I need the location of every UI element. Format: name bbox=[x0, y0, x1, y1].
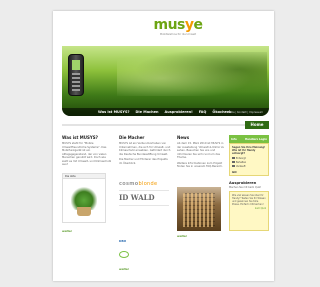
page-container: musye Mobiltelefone für die Umwelt Was i… bbox=[53, 11, 274, 281]
divider bbox=[62, 124, 269, 126]
musys-logo[interactable]: musye Mobiltelefone für die Umwelt bbox=[148, 18, 208, 42]
mobile-phone-image bbox=[68, 54, 84, 96]
column-news: News Ab dem 15. März 2010 ist MUSYS in d… bbox=[177, 135, 225, 238]
checkbox[interactable] bbox=[232, 156, 235, 160]
leaf-background bbox=[117, 52, 267, 96]
nav-item-faq[interactable]: FAQ bbox=[199, 110, 207, 114]
sponsor-logo-dbu[interactable]: DBU bbox=[119, 239, 137, 258]
nav-item-ausprobieren[interactable]: Ausprobieren! bbox=[165, 110, 193, 114]
divider bbox=[119, 205, 169, 206]
poll-option[interactable]: Behalten bbox=[232, 161, 266, 164]
column-text-2: Weitere Informationen zum Projekt finden… bbox=[177, 161, 223, 169]
poll-box: Sagen Sie Ihre Meinung! Wie ist Ihr Hand… bbox=[229, 143, 269, 176]
tab-info[interactable]: Info bbox=[231, 138, 237, 141]
brochure-title: Die Akte bbox=[63, 174, 105, 179]
sidebar: Info Handlers Login Sagen Sie Ihre Meinu… bbox=[229, 135, 269, 232]
section-title: Ausprobieren bbox=[229, 181, 257, 185]
logo-tagline: Mobiltelefone für die Umwelt bbox=[159, 33, 197, 36]
header-banner: Was ist MUSYS? Die Machen Ausprobieren! … bbox=[62, 46, 269, 116]
column-text: Ab dem 15. März 2010 ist MUSYS in der Au… bbox=[177, 142, 225, 159]
weiter-link[interactable]: weiter bbox=[177, 234, 187, 238]
sponsor-logo-cosmoblonde[interactable]: cosmoblonde bbox=[119, 181, 157, 187]
column-text: MUSYS ist ein Verbundvorhaben von Untern… bbox=[119, 142, 171, 156]
checkbox[interactable] bbox=[232, 164, 235, 168]
column-text: MUSYS steht für "Mobile Umweltfreundlich… bbox=[62, 142, 112, 166]
home-button[interactable]: Home bbox=[245, 121, 269, 129]
divider bbox=[119, 190, 169, 191]
go-button[interactable]: GO bbox=[232, 170, 266, 174]
nav-item-was-ist-musys[interactable]: Was ist MUSYS? bbox=[98, 110, 130, 114]
brochure-thumbnail[interactable]: Die Akte bbox=[62, 173, 106, 223]
column-was-ist-musys: Was ist MUSYS? MUSYS steht für "Mobile U… bbox=[62, 135, 112, 255]
logo-wordmark: musye bbox=[153, 17, 203, 33]
building-facade bbox=[183, 193, 215, 227]
weiter-link[interactable]: weiter bbox=[62, 229, 72, 233]
column-title: Die Macher bbox=[119, 135, 145, 140]
dbu-ring-icon bbox=[119, 251, 129, 258]
column-text-2: Die Macher und Förderer des Projekts im … bbox=[119, 158, 168, 165]
weiter-link[interactable]: weiter bbox=[119, 267, 129, 271]
nav-item-die-machen[interactable]: Die Machen bbox=[136, 110, 159, 114]
quiz-text: Wie viel wissen Sie über Ihr Handy? Test… bbox=[232, 194, 266, 207]
column-die-macher: Die Macher MUSYS ist ein Verbundvorhaben… bbox=[119, 135, 171, 275]
home-strip: Home bbox=[62, 121, 269, 129]
column-title: Was ist MUSYS? bbox=[62, 135, 99, 140]
main-nav: Was ist MUSYS? Die Machen Ausprobieren! … bbox=[62, 108, 269, 116]
phone-keypad bbox=[72, 73, 80, 91]
utility-links[interactable]: Home | Kontakt | Impressum bbox=[227, 111, 263, 114]
section-subtitle: Machen Sie mit beim Quiz! bbox=[229, 186, 262, 189]
tab-handlers-login[interactable]: Handlers Login bbox=[245, 138, 267, 141]
quiz-box: Wie viel wissen Sie über Ihr Handy? Test… bbox=[229, 191, 269, 232]
checkbox[interactable] bbox=[232, 160, 235, 164]
sidebar-tabs: Info Handlers Login bbox=[229, 135, 269, 143]
poll-question: Sagen Sie Ihre Meinung! Wie ist Ihr Hand… bbox=[232, 146, 266, 156]
news-building-image[interactable] bbox=[177, 187, 221, 231]
phone-screen bbox=[72, 60, 80, 70]
quiz-link[interactable]: zum Quiz bbox=[232, 207, 266, 210]
poll-option[interactable]: Entsorgt bbox=[232, 157, 266, 160]
poll-option[interactable]: Verkauft bbox=[232, 165, 266, 168]
pot-image bbox=[77, 207, 91, 216]
column-title: News bbox=[177, 135, 190, 140]
sponsor-logo-id-wald[interactable]: ID WALD bbox=[119, 193, 155, 202]
